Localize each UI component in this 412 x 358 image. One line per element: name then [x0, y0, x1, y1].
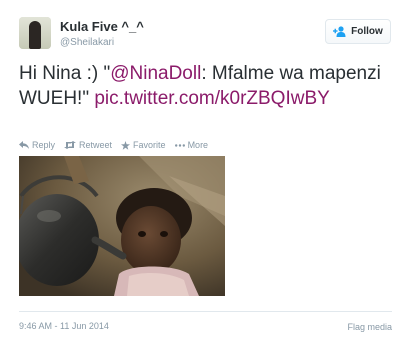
mention-link[interactable]: @NinaDoll	[110, 63, 201, 84]
retweet-label: Retweet	[79, 140, 113, 150]
more-label: More	[187, 140, 209, 150]
avatar-figure	[29, 21, 41, 49]
tweet-timestamp[interactable]: 9:46 AM - 11 Jun 2014	[19, 321, 109, 331]
flag-media-link[interactable]: Flag media	[347, 322, 392, 332]
more-button[interactable]: More	[174, 140, 209, 150]
reply-icon	[19, 141, 29, 149]
reply-label: Reply	[32, 140, 56, 150]
tweet-text: Hi Nina :) "@NinaDoll: Mfalme wa mapenzi…	[19, 61, 399, 111]
attached-photo[interactable]	[19, 156, 225, 296]
avatar[interactable]	[19, 17, 51, 49]
footer-divider	[19, 311, 392, 312]
retweet-icon	[64, 141, 77, 149]
favorite-button[interactable]: Favorite	[121, 140, 166, 150]
retweet-button[interactable]: Retweet	[64, 140, 112, 150]
reply-button[interactable]: Reply	[19, 140, 55, 150]
star-icon	[121, 140, 131, 150]
follow-button[interactable]: Follow	[325, 19, 391, 44]
follow-button-label: Follow	[351, 26, 383, 37]
tweet-prefix: Hi Nina :) "	[19, 63, 111, 84]
person-add-icon	[333, 26, 347, 37]
author-display-name[interactable]: Kula Five ^_^	[60, 19, 144, 34]
more-dots-icon	[174, 143, 185, 147]
media-link[interactable]: pic.twitter.com/k0rZBQIwBY	[94, 88, 329, 109]
tweet-actions: Reply Retweet Favorite More	[19, 140, 208, 150]
author-handle[interactable]: @Sheilakari	[60, 37, 114, 48]
favorite-label: Favorite	[133, 140, 166, 150]
